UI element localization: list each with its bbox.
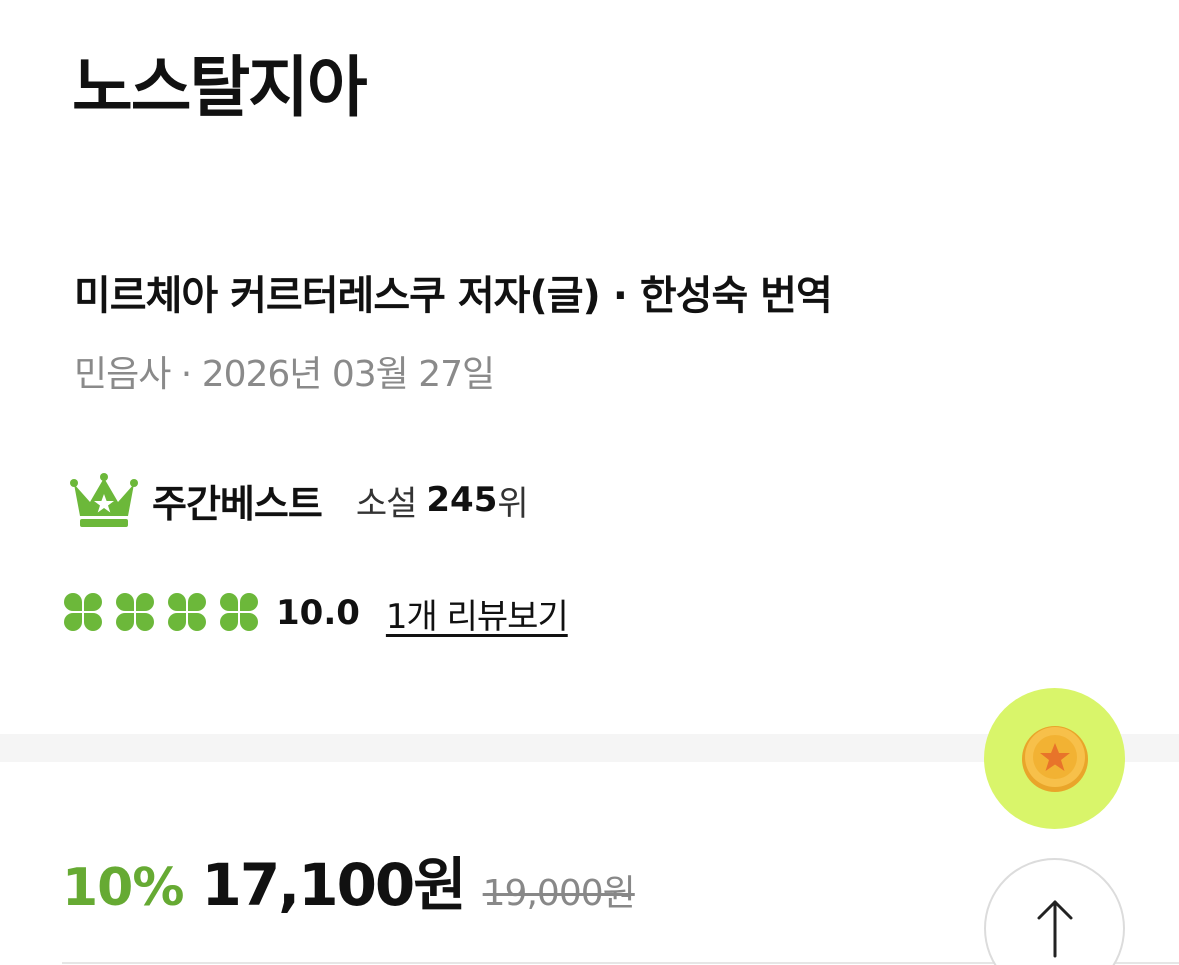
clover-icon [116, 593, 154, 631]
reward-coin-button[interactable] [984, 688, 1125, 829]
view-reviews-link[interactable]: 1개 리뷰보기 [386, 589, 569, 638]
rank-unit: 위 [497, 483, 529, 524]
book-title: 노스탈지아 [72, 49, 368, 126]
bestseller-rank[interactable]: 주간베스트 소설 245 위 [70, 470, 529, 530]
scroll-to-top-button[interactable] [984, 858, 1125, 965]
crown-icon [70, 473, 138, 527]
bestseller-label: 주간베스트 [152, 481, 323, 526]
arrow-up-icon [1037, 900, 1072, 958]
product-detail-page: 노스탈지아 미르체아 커르터레스쿠 저자(글) · 한성숙 번역 민음사 · 2… [0, 0, 1179, 965]
clover-icon [168, 593, 206, 631]
clover-icon [64, 593, 102, 631]
rank-number: 245 [426, 480, 498, 520]
book-authors[interactable]: 미르체아 커르터레스쿠 저자(글) · 한성숙 번역 [74, 272, 833, 320]
original-price: 19,000원 [482, 873, 636, 914]
rating-row: 10.0 1개 리뷰보기 [62, 588, 569, 638]
clover-icon [220, 593, 258, 631]
star-coin-icon [1021, 725, 1088, 792]
rank-category: 소설 [355, 483, 418, 524]
publisher-date: 민음사 · 2026년 03월 27일 [74, 354, 495, 395]
discount-rate: 10% [62, 858, 184, 918]
price-row: 10% 17,100원 19,000원 [62, 838, 636, 922]
sale-price: 17,100원 [201, 851, 466, 919]
rating-score: 10.0 [276, 593, 360, 633]
clover-rating [62, 592, 270, 634]
